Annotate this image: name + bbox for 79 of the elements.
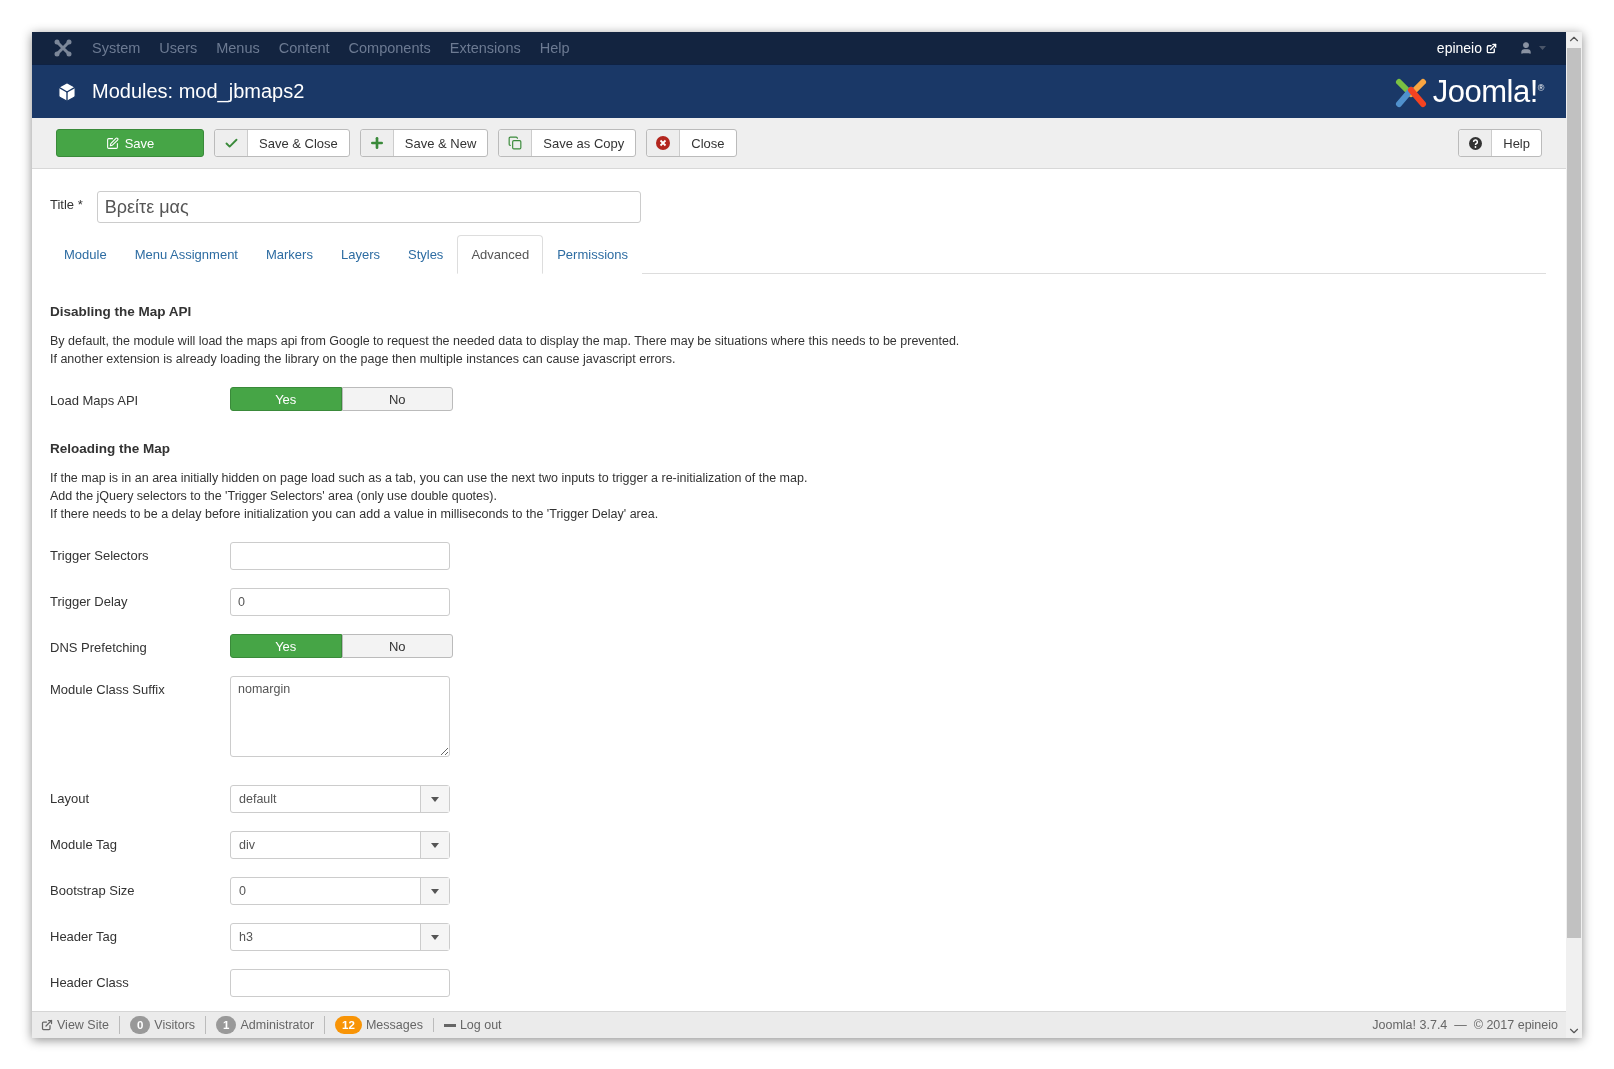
section-heading: Reloading the Map xyxy=(50,441,171,456)
toggle-option[interactable]: Yes xyxy=(230,387,342,411)
menu-item[interactable]: System xyxy=(92,40,141,56)
status-link[interactable]: 0 Visitors xyxy=(118,1016,206,1034)
caret-icon xyxy=(431,796,439,802)
description-text: By default, the module will load the maps api from Google to request the needed data to display the map. There may be situations where this needs to be prevented. xyxy=(50,334,960,348)
field-label: Header Class xyxy=(50,974,130,990)
field-label: Trigger Selectors xyxy=(50,547,150,563)
count-badge: 1 xyxy=(216,1016,237,1034)
copyright-text: Joomla! 3.7.4 — © 2017 epineio xyxy=(1372,1018,1558,1032)
text-field[interactable]: 0 xyxy=(230,588,450,616)
edit-icon xyxy=(105,136,119,150)
logout-link[interactable]: Log out xyxy=(432,1018,512,1032)
select-field[interactable]: h3 xyxy=(230,923,450,951)
toggle-option[interactable]: No xyxy=(341,634,453,658)
tab[interactable]: Advanced xyxy=(457,235,544,274)
external-link-icon xyxy=(1486,42,1497,54)
field-label: DNS Prefetching xyxy=(50,639,148,655)
menu-item[interactable]: Menus xyxy=(216,40,260,56)
text-field[interactable] xyxy=(230,969,450,997)
toggle-option[interactable]: Yes xyxy=(230,634,342,658)
plus-icon xyxy=(368,135,385,151)
title-field[interactable]: Βρείτε μας xyxy=(96,191,641,223)
menu-item[interactable]: Users xyxy=(159,40,198,56)
menu-item[interactable]: Components xyxy=(348,40,431,56)
description-text: If there needs to be a delay before initialization you can add a value in milliseconds to the 'Trigger Delay' area. xyxy=(50,507,659,521)
menu-item[interactable]: Help xyxy=(539,40,570,56)
text-field[interactable] xyxy=(230,542,450,570)
toolbar-button[interactable]: Close xyxy=(646,129,737,157)
select-field[interactable]: default xyxy=(230,785,450,813)
view-site-link[interactable]: View Site xyxy=(41,1018,119,1032)
description-text: If another extension is already loading the library on the page then multiple instances can cause javascript errors. xyxy=(50,352,676,366)
page-title: Modules: mod_jbmaps2 xyxy=(92,80,305,103)
logo-text: Joomla!$^{®}$ xyxy=(1432,73,1544,110)
external-link-icon xyxy=(41,1019,53,1031)
copy-icon xyxy=(508,136,523,150)
toolbar-button[interactable]: Save as Copy xyxy=(498,129,637,157)
link-text: Messages xyxy=(365,1018,423,1032)
minus-icon xyxy=(443,1023,456,1027)
status-link[interactable]: 12 Messages xyxy=(324,1016,433,1034)
help-button[interactable]: Help xyxy=(1458,129,1542,157)
select-field[interactable]: div xyxy=(230,831,450,859)
cube-icon xyxy=(56,80,78,103)
field-label: Module Class Suffix xyxy=(50,681,166,697)
close-icon xyxy=(656,136,671,150)
save-button[interactable]: Save xyxy=(56,129,204,157)
user-icon xyxy=(1519,41,1533,55)
menu-item[interactable]: Content xyxy=(278,40,330,56)
link-text: View Site xyxy=(57,1018,109,1032)
field-label: Title * xyxy=(50,196,83,212)
select-field[interactable]: 0 xyxy=(230,877,450,905)
user-menu[interactable] xyxy=(1519,41,1546,55)
caret-icon xyxy=(431,934,439,940)
section-heading: Disabling the Map API xyxy=(50,304,193,319)
status-link[interactable]: 1 Administrator xyxy=(205,1016,325,1034)
menu-item[interactable]: Extensions xyxy=(449,40,521,56)
toggle-option[interactable]: No xyxy=(341,387,453,411)
link-text: Visitors xyxy=(154,1018,196,1032)
caret-icon xyxy=(1539,46,1546,50)
field-label: Trigger Delay xyxy=(50,593,129,609)
field-label: Module Tag xyxy=(50,836,118,852)
link-text: Log out xyxy=(459,1018,502,1032)
help-icon xyxy=(1468,136,1482,150)
link-text: Administrator xyxy=(240,1018,315,1032)
site-link[interactable]: epineio xyxy=(1436,40,1497,56)
field-label: Header Tag xyxy=(50,928,118,944)
field-label: Load Maps API xyxy=(50,392,140,408)
count-badge: 0 xyxy=(129,1016,151,1034)
field-label: Layout xyxy=(50,790,91,806)
count-badge: 12 xyxy=(335,1016,362,1034)
text-area[interactable]: nomargin xyxy=(230,676,450,757)
description-text: If the map is in an area initially hidden on page load such as a tab, you can use the next two inputs to trigger a re-initialization of the map. xyxy=(50,471,808,485)
field-label: Bootstrap Size xyxy=(50,882,136,898)
caret-icon xyxy=(431,842,439,848)
toolbar-button[interactable]: Save & New xyxy=(359,129,489,157)
description-text: Add the jQuery selectors to the 'Trigger Selectors' area (only use double quotes). xyxy=(50,489,497,503)
scrollbar[interactable] xyxy=(1566,32,1582,1038)
caret-icon xyxy=(431,888,439,894)
toolbar-button[interactable]: Save & Close xyxy=(214,129,350,157)
